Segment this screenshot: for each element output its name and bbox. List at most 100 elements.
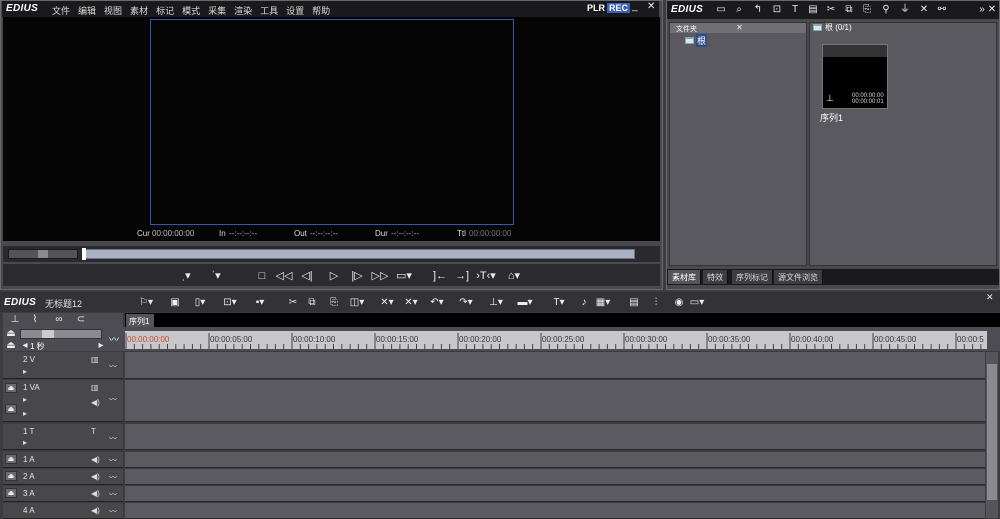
menu-help[interactable]: 帮助 <box>312 4 330 17</box>
step-back-icon[interactable]: ◁| <box>299 268 315 284</box>
cut-icon[interactable]: ✂ <box>286 296 300 309</box>
link-icon[interactable]: ⚯ <box>935 4 949 16</box>
track-lock-icon[interactable]: ⏏ <box>5 341 17 351</box>
menu-mode[interactable]: 模式 <box>182 4 200 17</box>
speaker-icon[interactable]: ◀) <box>91 489 100 498</box>
zoom-slider[interactable] <box>20 329 102 339</box>
add-to-timeline-icon[interactable]: ⚲ <box>879 4 893 16</box>
speaker-icon[interactable]: ◀) <box>91 472 100 481</box>
loop-icon[interactable]: ▭▾ <box>396 268 412 284</box>
track-header-3a[interactable]: ⏏ 3 A ◀) 〰 <box>3 486 123 502</box>
menu-view[interactable]: 视图 <box>104 4 122 17</box>
snapshot-icon[interactable]: ▣ <box>168 296 182 309</box>
set-out-icon[interactable]: ˈ▾ <box>208 268 224 284</box>
table-icon[interactable]: ▤ <box>627 296 641 309</box>
stop-icon[interactable]: □ <box>254 268 270 284</box>
video-mute-icon[interactable]: ▥ <box>91 355 99 364</box>
patch-button[interactable]: ⏏ <box>5 383 17 393</box>
delete-icon[interactable]: ✕ <box>917 4 931 16</box>
title-icon[interactable]: T <box>788 4 802 16</box>
sequence-settings-icon[interactable]: ⚐▾ <box>139 296 153 309</box>
paste-icon[interactable]: ⎘ <box>327 296 341 309</box>
overwrite-icon[interactable]: →] <box>454 268 470 284</box>
timeline-scroll-thumb[interactable] <box>987 364 997 500</box>
menu-marker[interactable]: 标记 <box>156 4 174 17</box>
expand-track-icon[interactable]: ▸ <box>23 409 27 418</box>
minimize-icon[interactable]: _ <box>632 2 638 12</box>
tab-effects[interactable]: 特效 <box>703 270 728 284</box>
insert-icon[interactable]: ]← <box>432 268 448 284</box>
waveform-icon[interactable]: 〰 <box>109 472 117 483</box>
waveform-icon[interactable]: 〰 <box>109 433 117 444</box>
ripple-mode-icon[interactable]: ⌇ <box>28 315 42 325</box>
audio-icon[interactable]: ♪ <box>577 296 591 309</box>
waveform-icon[interactable]: 〰 <box>109 394 117 405</box>
position-handle[interactable] <box>82 248 86 260</box>
video-mute-icon[interactable]: ▥ <box>91 383 99 392</box>
plr-mode-button[interactable]: PLR <box>587 3 605 13</box>
close-icon[interactable]: ✕ <box>647 2 655 12</box>
speaker-icon[interactable]: ◀) <box>91 398 100 407</box>
window-icon[interactable]: ▭▾ <box>690 296 704 309</box>
track-body-1t[interactable] <box>125 424 985 450</box>
menu-capture[interactable]: 采集 <box>208 4 226 17</box>
speaker-icon[interactable]: ◀) <box>91 455 100 464</box>
folder-icon[interactable]: ▭ <box>714 4 728 16</box>
zoom-slider-knob[interactable] <box>42 330 54 338</box>
track-body-3a[interactable] <box>125 486 985 502</box>
open-folder-icon[interactable]: ⊡ <box>770 4 784 16</box>
patch-button[interactable]: ⏏ <box>5 488 17 498</box>
track-header-1va[interactable]: ⏏ 1 VA ▥ ▸ ◀) ⏏ ▸ 〰 <box>3 380 123 422</box>
patch-button[interactable]: ⏏ <box>5 471 17 481</box>
fast-forward-icon[interactable]: ▷▷ <box>372 268 389 284</box>
properties-icon[interactable]: ⏚ <box>898 4 912 16</box>
copy-icon[interactable]: ⧉ <box>842 4 856 16</box>
speaker-icon[interactable]: ◀) <box>91 506 100 515</box>
rewind-icon[interactable]: ◁◁ <box>276 268 293 284</box>
menu-clip[interactable]: 素材 <box>130 4 148 17</box>
play-icon[interactable]: ▷ <box>326 268 342 284</box>
waveform-icon[interactable]: 〰 <box>109 489 117 500</box>
match-frame-icon[interactable]: ›T‹▾ <box>476 268 496 284</box>
link-mode-icon[interactable]: ∞ <box>50 315 68 325</box>
cut-icon[interactable]: ✂ <box>824 4 838 16</box>
expand-track-icon[interactable]: ▸ <box>23 438 27 447</box>
track-body-4a[interactable] <box>125 503 985 519</box>
sync-lock-icon[interactable]: ▬▾ <box>517 296 532 309</box>
insert-mode-icon[interactable]: ⊥ <box>8 315 22 325</box>
copy-icon[interactable]: ⧉ <box>305 296 319 309</box>
undo-icon[interactable]: ↶▾ <box>430 296 444 309</box>
track-patch-icon[interactable]: ⏏ <box>5 329 17 339</box>
tab-bin[interactable]: 素材库 <box>668 270 701 284</box>
tab-sequence-markers[interactable]: 序列标记 <box>732 270 773 284</box>
waveform-icon[interactable]: 〰 <box>109 361 117 372</box>
save-project-icon[interactable]: ▪▾ <box>253 296 267 309</box>
redo-icon[interactable]: ↷▾ <box>459 296 473 309</box>
menu-settings[interactable]: 设置 <box>286 4 304 17</box>
track-body-1a[interactable] <box>125 452 985 468</box>
waveform-icon[interactable]: 〰 <box>108 336 120 346</box>
sequence-tab[interactable]: 序列1 <box>126 314 154 327</box>
title-icon[interactable]: T▾ <box>552 296 566 309</box>
zoom-in-icon[interactable]: ▸ <box>96 341 106 351</box>
zoom-out-icon[interactable]: ◂ <box>20 341 30 351</box>
menu-file[interactable]: 文件 <box>52 4 70 17</box>
patch-button[interactable]: ⏏ <box>5 404 17 414</box>
open-project-icon[interactable]: ⊡▾ <box>223 296 237 309</box>
track-header-1t[interactable]: 1 T T ▸ 〰 <box>3 424 123 450</box>
step-forward-icon[interactable]: |▷ <box>349 268 365 284</box>
close-icon[interactable]: ✕ <box>986 293 994 302</box>
track-header-1a[interactable]: ⏏ 1 A ◀) 〰 <box>3 452 123 468</box>
track-header-2a[interactable]: ⏏ 2 A ◀) 〰 <box>3 469 123 485</box>
position-bar[interactable] <box>85 249 635 259</box>
set-in-icon[interactable]: ˌ▾ <box>178 268 194 284</box>
color-bar-icon[interactable]: ▤ <box>806 4 820 16</box>
shuttle-knob[interactable] <box>38 250 48 258</box>
expand-track-icon[interactable]: ▸ <box>23 395 27 404</box>
search-icon[interactable]: ⌕ <box>732 4 746 16</box>
delete-icon[interactable]: ✕▾ <box>380 296 394 309</box>
clip-name[interactable]: 序列1 <box>820 111 843 124</box>
track-header-4a[interactable]: 4 A ◀) 〰 <box>3 503 123 519</box>
title-icon[interactable]: T <box>91 427 96 436</box>
replace-icon[interactable]: ◫▾ <box>350 296 364 309</box>
